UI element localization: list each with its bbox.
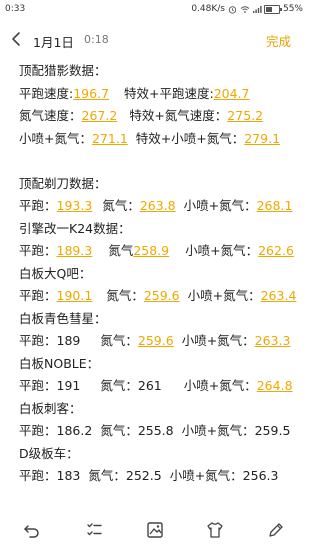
label: 小喷+氮气： bbox=[183, 378, 257, 393]
signal-icon bbox=[252, 5, 262, 14]
label: 平跑： bbox=[19, 333, 57, 348]
value-link[interactable]: 264.8 bbox=[257, 378, 293, 393]
note-body[interactable]: 顶配猎影数据： 平跑速度:196.7 特效+平跑速度:204.7 氮气速度：267… bbox=[19, 60, 304, 488]
value-link[interactable]: 263.3 bbox=[255, 333, 291, 348]
value-link[interactable]: 263.8 bbox=[140, 198, 176, 213]
network-speed: 0.48K/s bbox=[191, 4, 225, 14]
label: 平跑： bbox=[19, 243, 57, 258]
section-title: 白板NOBLE： bbox=[19, 355, 100, 371]
note-time: 0:18 bbox=[84, 33, 109, 46]
value-text: 183 bbox=[56, 468, 81, 483]
section-title: 顶配剃刀数据： bbox=[19, 175, 107, 191]
value-link[interactable]: 263.4 bbox=[261, 288, 297, 303]
label: 平跑： bbox=[19, 423, 57, 438]
data-line: 平跑：191 氮气：261 小喷+氮气：264.8 bbox=[19, 375, 304, 398]
data-line: 小喷+氮气：271.1 特效+小喷+氮气：279.1 bbox=[19, 128, 304, 151]
label: 氮气： bbox=[106, 288, 144, 303]
label: 氮气： bbox=[100, 423, 138, 438]
label: 氮气： bbox=[100, 333, 138, 348]
value-link[interactable]: 259.6 bbox=[144, 288, 180, 303]
data-line: 平跑：190.1 氮气：259.6 小喷+氮气：263.4 bbox=[19, 285, 304, 308]
value-link[interactable]: 190.1 bbox=[57, 288, 93, 303]
data-line: 平跑：189 氮气：259.6 小喷+氮气：263.3 bbox=[19, 330, 304, 353]
data-line: 平跑：193.3 氮气：263.8 小喷+氮气：268.1 bbox=[19, 195, 304, 218]
label: 平跑： bbox=[19, 468, 57, 483]
value-link[interactable]: 271.1 bbox=[92, 131, 128, 146]
label: 小喷+氮气： bbox=[19, 130, 92, 146]
data-line: 平跑：186.2 氮气：255.8 小喷+氮气：259.5 bbox=[19, 420, 304, 443]
label: 平跑速度: bbox=[19, 85, 74, 101]
value-link[interactable]: 193.3 bbox=[57, 198, 93, 213]
value-link[interactable]: 275.2 bbox=[227, 108, 263, 123]
section-title: D级板车： bbox=[19, 445, 79, 461]
section-title: 顶配猎影数据： bbox=[19, 63, 107, 78]
section-title: 白板大Q吧： bbox=[19, 265, 92, 281]
value-link[interactable]: 258.9 bbox=[133, 243, 169, 258]
label: 小喷+氮气： bbox=[181, 423, 255, 438]
battery-percent: 55% bbox=[282, 4, 303, 14]
label: 小喷+氮气： bbox=[169, 468, 243, 483]
alarm-icon bbox=[228, 5, 237, 14]
status-icons: 0.48K/s 55% bbox=[191, 4, 303, 14]
label: 小喷+氮气： bbox=[185, 243, 259, 258]
back-arrow-icon[interactable] bbox=[9, 30, 25, 48]
label: 平跑： bbox=[19, 198, 57, 213]
value-text: 255.8 bbox=[137, 423, 174, 438]
checklist-icon[interactable] bbox=[84, 520, 104, 540]
label: 特效+平跑速度: bbox=[124, 85, 214, 101]
value-link[interactable]: 262.6 bbox=[258, 243, 294, 258]
value-link[interactable]: 259.6 bbox=[138, 333, 174, 348]
value-link[interactable]: 267.2 bbox=[82, 108, 118, 123]
value-text: 252.5 bbox=[125, 468, 162, 483]
image-icon[interactable] bbox=[145, 520, 165, 540]
label: 小喷+氮气： bbox=[187, 288, 261, 303]
section-title: 白板刺客： bbox=[19, 400, 82, 416]
value-text: 261 bbox=[137, 378, 162, 393]
data-line: 氮气速度：267.2 特效+氮气速度：275.2 bbox=[19, 105, 304, 128]
label: 平跑： bbox=[19, 288, 57, 303]
battery-icon bbox=[263, 4, 282, 14]
data-line: 平跑速度:196.7 特效+平跑速度:204.7 bbox=[19, 83, 304, 106]
value-text: 259.5 bbox=[254, 423, 291, 438]
value-text: 189 bbox=[56, 333, 81, 348]
value-link[interactable]: 189.3 bbox=[57, 243, 93, 258]
status-bar: 0:33 0.48K/s 55% bbox=[0, 0, 309, 20]
label: 氮气： bbox=[88, 468, 126, 483]
value-text: 256.3 bbox=[242, 468, 279, 483]
value-link[interactable]: 196.7 bbox=[73, 86, 109, 101]
note-header: 1月1日 0:18 完成 bbox=[0, 26, 309, 52]
label: 平跑： bbox=[19, 378, 57, 393]
value-link[interactable]: 279.1 bbox=[244, 131, 280, 146]
data-line: 平跑：183 氮气：252.5 小喷+氮气：256.3 bbox=[19, 465, 304, 488]
label: 氮气 bbox=[108, 243, 134, 258]
label: 氮气： bbox=[100, 378, 138, 393]
shirt-icon[interactable] bbox=[205, 520, 225, 540]
undo-icon[interactable] bbox=[22, 520, 42, 540]
wifi-icon bbox=[240, 5, 250, 14]
section-title: 白板青色彗星： bbox=[19, 310, 107, 326]
label: 特效+氮气速度： bbox=[129, 108, 228, 123]
label: 小喷+氮气： bbox=[181, 333, 255, 348]
data-line: 平跑：189.3 氮气258.9 小喷+氮气：262.6 bbox=[19, 240, 304, 263]
label: 氮气速度： bbox=[19, 108, 82, 123]
done-button[interactable]: 完成 bbox=[266, 31, 291, 50]
note-date: 1月1日 bbox=[33, 35, 74, 50]
value-text: 191 bbox=[56, 378, 81, 393]
value-link[interactable]: 268.1 bbox=[257, 198, 293, 213]
value-link[interactable]: 204.7 bbox=[214, 86, 250, 101]
value-text: 186.2 bbox=[56, 423, 93, 438]
bottom-toolbar bbox=[0, 510, 309, 550]
label: 特效+小喷+氮气： bbox=[135, 130, 245, 146]
status-time: 0:33 bbox=[5, 4, 26, 14]
section-title: 引擎改一K24数据： bbox=[19, 220, 131, 236]
label: 小喷+氮气： bbox=[183, 198, 257, 213]
pen-icon[interactable] bbox=[266, 520, 286, 540]
label: 氮气： bbox=[102, 198, 140, 213]
